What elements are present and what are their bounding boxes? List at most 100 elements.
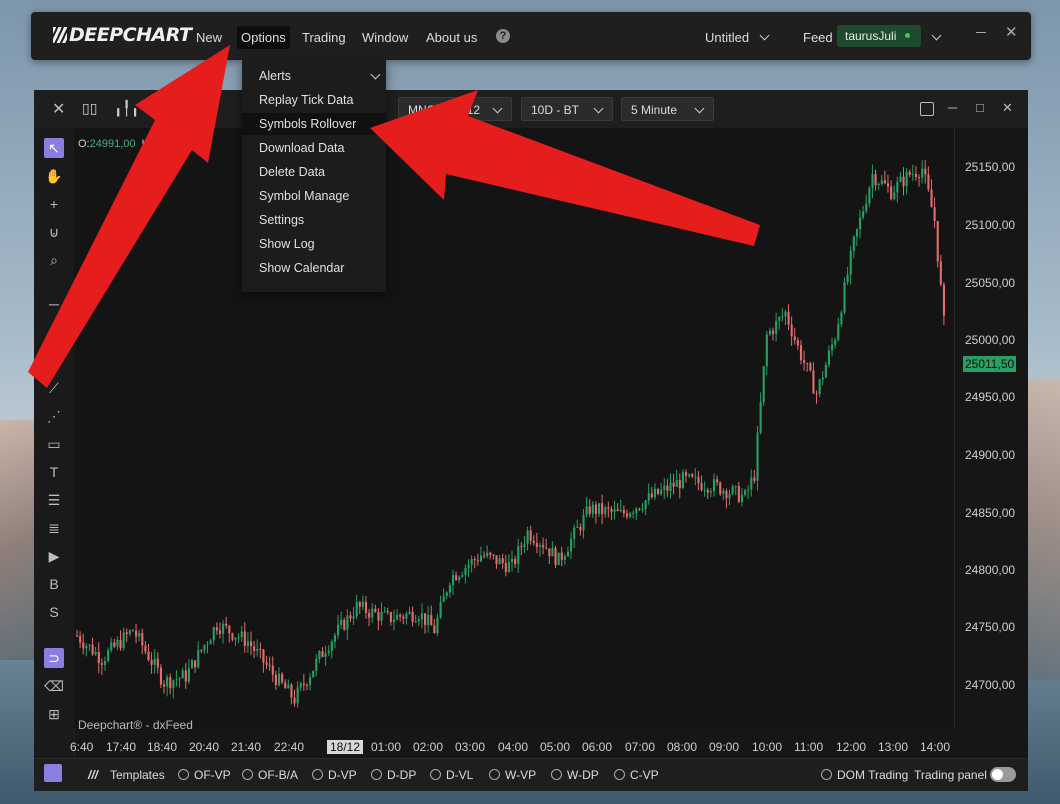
symbol-select[interactable]: MNQ-202512: [398, 97, 512, 121]
hand-tool-icon[interactable]: ✋: [44, 166, 64, 186]
magnet-snap-icon[interactable]: ⊃: [44, 648, 64, 668]
menu-about-us[interactable]: About us: [422, 26, 481, 49]
fib-icon[interactable]: ≣: [44, 518, 64, 538]
rectangle-icon[interactable]: ▭: [44, 434, 64, 454]
candle-body: [498, 558, 501, 565]
text-tool-icon[interactable]: T: [44, 462, 64, 482]
volume-profile-icon[interactable]: ▶: [44, 546, 64, 566]
close-icon[interactable]: ✕: [1005, 23, 1018, 41]
candle-body: [187, 668, 190, 682]
candle-body: [250, 641, 253, 647]
indicator-toggle[interactable]: D-DP: [371, 768, 416, 782]
close-chart-icon[interactable]: ✕: [52, 99, 65, 119]
menu-options[interactable]: Options: [237, 26, 290, 49]
candle-body: [632, 512, 635, 514]
menu-item-symbol-manage[interactable]: Symbol Manage: [242, 185, 386, 207]
indicator-toggle[interactable]: W-DP: [551, 768, 599, 782]
candle-body: [352, 616, 355, 619]
candle-type-icon[interactable]: ▯▯: [82, 100, 97, 117]
maximize-chart-icon[interactable]: □: [976, 100, 984, 115]
close-window-icon[interactable]: ✕: [1002, 100, 1013, 116]
candle-body: [396, 614, 399, 620]
menu-window[interactable]: Window: [358, 26, 412, 49]
candle-body: [734, 486, 737, 488]
pointer-tool-icon[interactable]: ↖: [44, 138, 64, 158]
indicators-icon[interactable]: ╻╿╻: [114, 100, 139, 117]
candle-body: [85, 645, 88, 649]
candle-body: [113, 642, 116, 647]
indicator-toggle[interactable]: C-VP: [614, 768, 659, 782]
candle-body: [76, 635, 79, 637]
symbol-value: MNQ-202512: [408, 103, 481, 117]
screenshot-icon[interactable]: [920, 102, 934, 116]
minimize-icon[interactable]: [976, 32, 986, 33]
candle-body: [688, 474, 691, 476]
menu-trading[interactable]: Trading: [298, 26, 350, 49]
position-s-icon[interactable]: S: [44, 602, 64, 622]
user-chevron-down-icon[interactable]: [931, 30, 942, 41]
workspace-chevron-down-icon[interactable]: [759, 30, 770, 41]
candle-body: [644, 500, 647, 509]
chart-plot-area[interactable]: [74, 128, 954, 728]
lines-icon[interactable]: ☰: [44, 490, 64, 510]
polyline-icon[interactable]: ⋰: [44, 406, 64, 426]
candle-body: [625, 513, 629, 517]
indicator-toggle[interactable]: D-VL: [430, 768, 473, 782]
candle-body: [312, 670, 315, 678]
candle-body: [181, 670, 184, 679]
zoom-tool-icon[interactable]: ⌕: [44, 250, 64, 270]
add-tool-icon[interactable]: ⊞: [44, 704, 64, 724]
indicator-toggle[interactable]: OF-VP: [178, 768, 231, 782]
menu-new[interactable]: New: [192, 26, 226, 49]
menu-item-show-calendar[interactable]: Show Calendar: [242, 257, 386, 279]
candle-body: [147, 651, 150, 661]
logo-mark-icon: [53, 27, 67, 43]
workspace-name[interactable]: Untitled: [705, 30, 749, 45]
range-select[interactable]: 10D - BT: [521, 97, 613, 121]
menu-item-symbols-rollover[interactable]: Symbols Rollover: [242, 113, 386, 135]
price-axis[interactable]: 25150,00 25100,00 25050,00 25000,00 2495…: [954, 128, 1029, 728]
help-icon[interactable]: ?: [496, 29, 510, 43]
magnet-tool-icon[interactable]: ⊍: [44, 222, 64, 242]
interval-select[interactable]: 5 Minute: [621, 97, 714, 121]
candle-body: [775, 320, 778, 334]
radio-icon: [312, 769, 323, 780]
time-axis[interactable]: 6:40 17:40 18:40 20:40 21:40 22:40 18/12…: [70, 736, 954, 756]
candle-body: [131, 630, 135, 632]
candle-body: [287, 684, 290, 689]
candle-body: [781, 316, 784, 318]
trading-panel-switch[interactable]: [990, 767, 1016, 782]
time-label: 03:00: [455, 740, 486, 754]
crosshair-tool-icon[interactable]: +: [44, 194, 64, 214]
menu-item-download-data[interactable]: Download Data: [242, 137, 386, 159]
indicator-toggle[interactable]: OF-B/A: [242, 768, 298, 782]
candle-body: [436, 617, 439, 633]
candle-body: [532, 540, 535, 544]
indicator-toggle[interactable]: D-VP: [312, 768, 357, 782]
menu-item-alerts[interactable]: Alerts: [242, 65, 386, 87]
panel-toggle-icon[interactable]: [44, 764, 62, 782]
candle-body: [125, 632, 128, 635]
dom-trading-toggle[interactable]: DOM Trading: [821, 768, 908, 782]
user-badge[interactable]: taurusJuli: [837, 25, 921, 47]
templates-icon[interactable]: ///: [88, 768, 98, 782]
ohlc-o-value: 24991,00: [89, 138, 136, 150]
menu-item-show-log[interactable]: Show Log: [242, 233, 386, 255]
templates-button[interactable]: Templates: [110, 768, 165, 782]
indicator-toggle[interactable]: W-VP: [489, 768, 536, 782]
candle-body: [939, 261, 942, 285]
candle-body: [942, 284, 945, 316]
price-label: 24700,00: [965, 678, 1016, 692]
menu-item-settings[interactable]: Settings: [242, 209, 386, 231]
position-b-icon[interactable]: B: [44, 574, 64, 594]
trendline-icon[interactable]: ⟋: [44, 378, 64, 398]
candle-body: [200, 649, 203, 651]
candle-body: [834, 339, 837, 345]
settings-icon[interactable]: ◎: [146, 100, 158, 117]
menu-item-delete-data[interactable]: Delete Data: [242, 161, 386, 183]
minimize-chart-icon[interactable]: ─: [948, 100, 957, 115]
horizontal-line-icon[interactable]: ─: [44, 294, 64, 314]
menu-item-replay-tick-data[interactable]: Replay Tick Data: [242, 89, 386, 111]
candle-body: [616, 509, 619, 511]
eraser-icon[interactable]: ⌫: [44, 676, 64, 696]
